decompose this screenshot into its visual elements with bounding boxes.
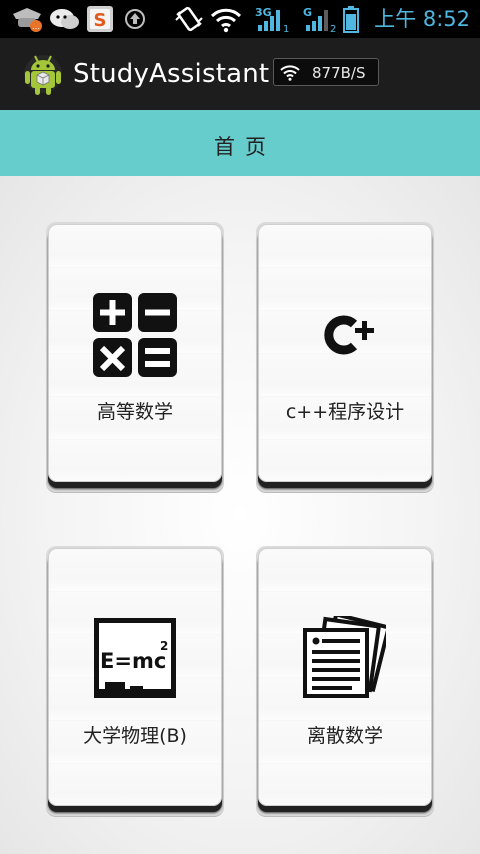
cplusplus-icon — [324, 315, 374, 355]
card-college-physics[interactable]: E=mc 2 大学物理(B) — [46, 546, 224, 816]
document-stack-icon — [303, 616, 386, 698]
blackboard-emc2-icon: E=mc 2 — [94, 618, 176, 698]
app-title: StudyAssistant — [73, 59, 270, 89]
signal-g-2-icon: G 2 — [303, 6, 336, 33]
card-label: c++程序设计 — [285, 401, 405, 423]
signal-3g-1-icon: 3G 1 — [255, 6, 289, 33]
calculator-icon — [93, 293, 177, 377]
page-header: 首页 — [0, 110, 480, 176]
svg-text:1: 1 — [283, 24, 289, 33]
svg-text:…: … — [32, 22, 40, 31]
card-label: 离散数学 — [306, 725, 383, 747]
hat-notification-icon: … — [13, 8, 42, 32]
card-label: 高等数学 — [96, 401, 173, 423]
svg-text:3G: 3G — [255, 6, 272, 19]
svg-text:E=mc: E=mc — [100, 649, 166, 673]
sogou-input-icon: S — [87, 6, 113, 32]
action-bar: StudyAssistant 877B/S — [0, 38, 480, 110]
wifi-icon — [210, 8, 242, 33]
svg-text:S: S — [94, 10, 107, 31]
svg-text:2: 2 — [330, 24, 336, 33]
battery-icon — [343, 6, 359, 33]
android-icon[interactable] — [22, 52, 64, 96]
wifi-icon — [280, 65, 300, 81]
card-cpp-programming[interactable]: c++程序设计 — [256, 222, 434, 492]
card-label: 大学物理(B) — [83, 725, 187, 747]
status-time: 上午 8:52 — [374, 7, 470, 31]
page-title: 首页 — [214, 135, 276, 159]
net-speed-value: 877B/S — [312, 64, 366, 82]
net-speed-badge: 877B/S — [273, 58, 379, 86]
svg-text:2: 2 — [160, 639, 168, 653]
chat-notification-icon — [50, 9, 79, 29]
card-advanced-math[interactable]: 高等数学 — [46, 222, 224, 492]
status-bar: … S 3G 1 G 2 上午 8:52 — [0, 0, 480, 38]
svg-text:G: G — [303, 6, 312, 19]
vibrate-icon — [175, 6, 203, 32]
upload-icon — [125, 9, 145, 29]
card-discrete-math[interactable]: 离散数学 — [256, 546, 434, 816]
